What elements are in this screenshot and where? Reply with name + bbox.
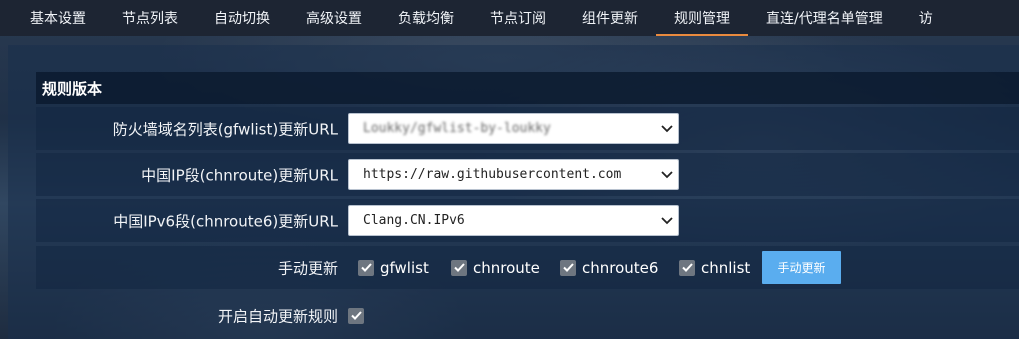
tab-component-update[interactable]: 组件更新 xyxy=(564,0,656,36)
gfwlist-checkbox-label: gfwlist xyxy=(380,258,429,277)
chnroute-url-row: 中国IP段(chnroute)更新URL https://raw.githubu… xyxy=(36,153,1019,196)
tab-label: 负载均衡 xyxy=(398,11,454,27)
section-title: 规则版本 xyxy=(36,72,1019,104)
check-icon xyxy=(562,263,574,272)
tab-rule-management[interactable]: 规则管理 xyxy=(656,0,748,36)
tab-node-subscribe[interactable]: 节点订阅 xyxy=(472,0,564,36)
manual-update-label: 手动更新 xyxy=(277,259,338,277)
chnroute-url-select[interactable]: https://raw.githubusercontent.com xyxy=(348,159,679,190)
tab-access-control[interactable]: 访 xyxy=(901,0,951,36)
chnroute6-checkbox[interactable] xyxy=(560,259,576,276)
chevron-down-icon xyxy=(656,170,678,179)
tab-label: 基本设置 xyxy=(30,11,86,27)
gfwlist-checkbox-group[interactable]: gfwlist xyxy=(358,246,429,289)
manual-update-row: 手动更新 gfwlist chnroute chnroute6 chnlist … xyxy=(36,246,1019,289)
chevron-down-icon xyxy=(656,216,678,225)
chevron-down-icon xyxy=(656,124,678,133)
chnroute6-checkbox-label: chnroute6 xyxy=(582,258,659,277)
auto-update-label: 开启自动更新规则 xyxy=(217,307,338,325)
chnroute-url-label: 中国IP段(chnroute)更新URL xyxy=(141,166,338,184)
manual-update-button[interactable]: 手动更新 xyxy=(762,251,841,284)
gfwlist-url-value: Loukky/gfwlist-by-loukky xyxy=(363,121,551,136)
tab-auto-switch[interactable]: 自动切换 xyxy=(196,0,288,36)
tab-load-balance[interactable]: 负载均衡 xyxy=(380,0,472,36)
tab-label: 直连/代理名单管理 xyxy=(766,11,883,27)
check-icon xyxy=(453,263,465,272)
chnroute-checkbox[interactable] xyxy=(451,259,467,276)
tab-node-list[interactable]: 节点列表 xyxy=(104,0,196,36)
gfwlist-url-label: 防火墙域名列表(gfwlist)更新URL xyxy=(112,120,338,138)
tab-label: 访 xyxy=(918,11,933,27)
chnlist-checkbox[interactable] xyxy=(679,259,695,276)
tab-label: 高级设置 xyxy=(306,11,362,27)
chnroute6-url-row: 中国IPv6段(chnroute6)更新URL Clang.CN.IPv6 xyxy=(36,199,1019,242)
tab-label: 节点列表 xyxy=(122,11,178,27)
chnroute6-url-value: Clang.CN.IPv6 xyxy=(363,213,465,228)
gfwlist-checkbox[interactable] xyxy=(358,259,374,276)
gfwlist-url-row: 防火墙域名列表(gfwlist)更新URL Loukky/gfwlist-by-… xyxy=(36,107,1019,150)
tab-basic-settings[interactable]: 基本设置 xyxy=(0,0,104,36)
check-icon xyxy=(681,263,693,272)
chnroute-checkbox-group[interactable]: chnroute xyxy=(451,246,540,289)
tab-label: 规则管理 xyxy=(674,11,730,27)
chnroute6-url-select[interactable]: Clang.CN.IPv6 xyxy=(348,205,679,236)
tab-label: 节点订阅 xyxy=(490,11,546,27)
tab-label: 组件更新 xyxy=(582,11,638,27)
top-navigation: 基本设置 节点列表 自动切换 高级设置 负载均衡 节点订阅 组件更新 规则管理 … xyxy=(0,0,1019,36)
chnroute-checkbox-label: chnroute xyxy=(473,258,540,277)
tab-label: 自动切换 xyxy=(214,11,270,27)
chnroute-url-value: https://raw.githubusercontent.com xyxy=(363,167,622,182)
chnroute6-url-label: 中国IPv6段(chnroute6)更新URL xyxy=(113,212,338,230)
auto-update-checkbox[interactable] xyxy=(348,307,364,324)
check-icon xyxy=(360,263,372,272)
check-icon xyxy=(350,311,362,320)
chnlist-checkbox-group[interactable]: chnlist xyxy=(679,246,750,289)
chnroute6-checkbox-group[interactable]: chnroute6 xyxy=(560,246,658,289)
tab-advanced-settings[interactable]: 高级设置 xyxy=(288,0,380,36)
tab-direct-proxy-list[interactable]: 直连/代理名单管理 xyxy=(748,0,901,36)
auto-update-checkbox-group[interactable] xyxy=(348,294,364,337)
chnlist-checkbox-label: chnlist xyxy=(701,258,751,277)
auto-update-row: 开启自动更新规则 xyxy=(36,294,1019,337)
gfwlist-url-select[interactable]: Loukky/gfwlist-by-loukky xyxy=(348,113,679,144)
